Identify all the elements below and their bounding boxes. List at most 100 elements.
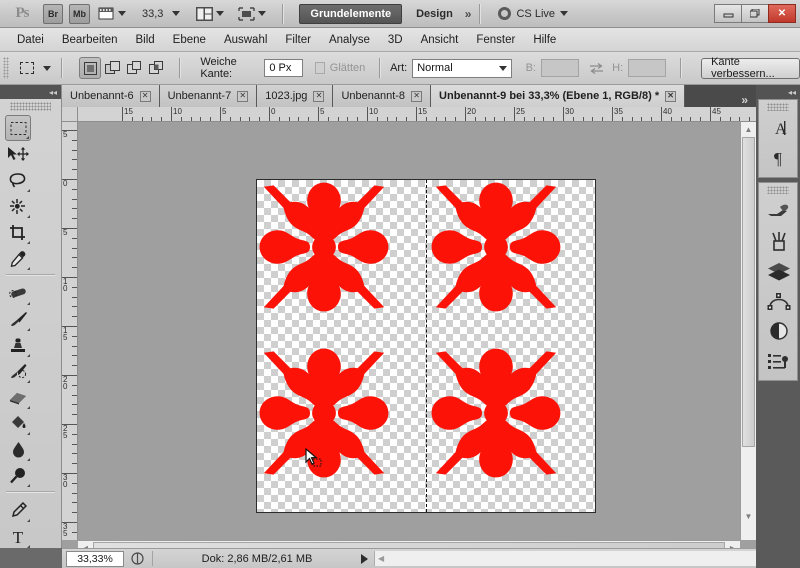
zoom-dropdown-chevron-icon[interactable] xyxy=(172,11,181,16)
menu-bild[interactable]: Bild xyxy=(126,32,163,48)
height-input[interactable] xyxy=(628,59,667,77)
ruler-corner[interactable] xyxy=(62,107,78,122)
style-select[interactable]: Normal xyxy=(412,58,512,78)
brush-panel-button[interactable] xyxy=(759,196,799,226)
styles-panel-button[interactable] xyxy=(759,346,799,376)
vertical-scrollbar-thumb[interactable] xyxy=(742,137,755,447)
menu-hilfe[interactable]: Hilfe xyxy=(524,32,565,48)
document-tab-unbenannt-7[interactable]: Unbenannt-7 ✕ xyxy=(159,85,258,107)
character-panel-button[interactable]: A xyxy=(759,113,799,143)
tools-panel-grip[interactable] xyxy=(10,102,51,111)
cs-live-button[interactable]: CS Live xyxy=(498,7,569,20)
tool-presets-panel-button[interactable] xyxy=(759,226,799,256)
menu-filter[interactable]: Filter xyxy=(276,32,320,48)
type-tool[interactable]: T xyxy=(5,523,31,549)
swap-width-height-icon[interactable] xyxy=(589,61,604,75)
ruler-minor-tick xyxy=(200,117,202,121)
restore-button[interactable] xyxy=(741,4,769,23)
document-tab-unbenannt-9[interactable]: Unbenannt-9 bei 33,3% (Ebene 1, RGB/8) *… xyxy=(431,85,686,107)
options-bar-grip[interactable] xyxy=(3,57,9,79)
document-tab-unbenannt-6[interactable]: Unbenannt-6 ✕ xyxy=(62,85,160,107)
eyedropper-tool[interactable] xyxy=(5,245,31,271)
selection-mode-new-button[interactable] xyxy=(79,57,102,79)
view-extras-icon xyxy=(98,7,114,20)
brush-icon xyxy=(10,312,27,326)
menu-datei[interactable]: Datei xyxy=(8,32,53,48)
refine-edge-button[interactable]: Kante verbessern... xyxy=(701,56,800,80)
minimize-button[interactable] xyxy=(714,4,742,23)
workspace-grundelemente-button[interactable]: Grundelemente xyxy=(299,3,403,24)
close-icon[interactable]: ✕ xyxy=(411,90,423,102)
document-canvas[interactable] xyxy=(256,179,596,513)
scroll-up-arrow-icon[interactable]: ▲ xyxy=(741,122,756,136)
lasso-tool[interactable] xyxy=(5,167,31,193)
move-tool[interactable] xyxy=(5,141,31,167)
menu-fenster[interactable]: Fenster xyxy=(467,32,524,48)
pen-tool[interactable] xyxy=(5,497,31,523)
status-expand-arrow-icon[interactable] xyxy=(361,553,368,564)
launch-mini-bridge-button[interactable]: Mb xyxy=(69,3,90,24)
document-proxy-icon[interactable] xyxy=(129,551,147,567)
tab-overflow-chevron-icon[interactable]: » xyxy=(733,93,756,107)
adjustments-panel-icon xyxy=(770,322,788,340)
eraser-tool[interactable] xyxy=(5,384,31,410)
brush-tool[interactable] xyxy=(5,306,31,332)
blur-tool[interactable] xyxy=(5,436,31,462)
ruler-minor-tick xyxy=(680,117,682,121)
menu-auswahl[interactable]: Auswahl xyxy=(215,32,276,48)
workspace-overflow-chevron-icon[interactable]: » xyxy=(465,7,472,21)
adjustments-panel-button[interactable] xyxy=(759,316,799,346)
menu-ansicht[interactable]: Ansicht xyxy=(412,32,468,48)
healing-brush-tool[interactable] xyxy=(5,280,31,306)
menu-ebene[interactable]: Ebene xyxy=(164,32,215,48)
close-icon[interactable]: ✕ xyxy=(139,90,151,102)
antialias-checkbox[interactable] xyxy=(314,62,325,74)
close-icon[interactable]: ✕ xyxy=(665,90,677,102)
dodge-tool[interactable] xyxy=(5,462,31,488)
quick-selection-tool[interactable] xyxy=(5,193,31,219)
masks-panel-button[interactable] xyxy=(759,286,799,316)
selection-mode-add-button[interactable] xyxy=(101,57,123,79)
tool-preset-chevron-icon[interactable] xyxy=(42,65,51,71)
document-tab-unbenannt-8[interactable]: Unbenannt-8 ✕ xyxy=(333,85,432,107)
feather-input[interactable]: 0 Px xyxy=(264,59,303,77)
status-bar-scroll-area[interactable]: ◀ xyxy=(374,551,756,566)
gradient-tool[interactable] xyxy=(5,410,31,436)
close-button[interactable]: ✕ xyxy=(768,4,796,23)
tools-panel: ◂◂ T xyxy=(0,85,62,568)
ruler-minor-tick xyxy=(72,355,77,357)
zoom-percentage-input[interactable]: 33,33% xyxy=(66,550,124,567)
history-brush-tool[interactable] xyxy=(5,358,31,384)
screen-mode-button[interactable] xyxy=(238,3,267,25)
document-tab-1023-jpg[interactable]: 1023.jpg ✕ xyxy=(257,85,334,107)
dock-collapse-button[interactable]: ◂◂ xyxy=(756,85,800,99)
width-input[interactable] xyxy=(540,59,580,77)
layer-comps-panel-button[interactable] xyxy=(759,256,799,286)
dock-group-grip-2[interactable] xyxy=(767,186,789,194)
menu-bearbeiten[interactable]: Bearbeiten xyxy=(53,32,127,48)
close-icon[interactable]: ✕ xyxy=(237,90,249,102)
menu-analyse[interactable]: Analyse xyxy=(320,32,379,48)
canvas-viewport[interactable] xyxy=(78,122,740,540)
tools-panel-collapse-button[interactable]: ◂◂ xyxy=(0,85,61,99)
close-icon[interactable]: ✕ xyxy=(313,90,325,102)
ruler-minor-tick xyxy=(690,117,692,121)
menu-3d[interactable]: 3D xyxy=(379,32,412,48)
arrange-documents-button[interactable] xyxy=(196,3,225,25)
vertical-scrollbar[interactable]: ▲ ▼ xyxy=(740,122,756,540)
scroll-down-arrow-icon[interactable]: ▼ xyxy=(741,509,756,523)
vertical-ruler[interactable]: 5 0 5 10 15 20 25 30 35 xyxy=(62,122,78,540)
clone-stamp-tool[interactable] xyxy=(5,332,31,358)
ruler-minor-tick xyxy=(72,296,77,298)
view-extras-button[interactable] xyxy=(98,3,126,25)
current-tool-button[interactable] xyxy=(17,57,37,79)
paragraph-panel-button[interactable]: ¶ xyxy=(759,143,799,173)
rectangular-marquee-tool[interactable] xyxy=(5,115,31,141)
crop-tool[interactable] xyxy=(5,219,31,245)
selection-mode-intersect-button[interactable] xyxy=(145,57,167,79)
selection-mode-subtract-button[interactable] xyxy=(123,57,145,79)
launch-bridge-button[interactable]: Br xyxy=(43,3,63,24)
workspace-design-button[interactable]: Design xyxy=(416,8,453,20)
horizontal-ruler[interactable]: 1510505101520253035404550 xyxy=(78,107,756,122)
dock-group-grip[interactable] xyxy=(767,103,789,111)
